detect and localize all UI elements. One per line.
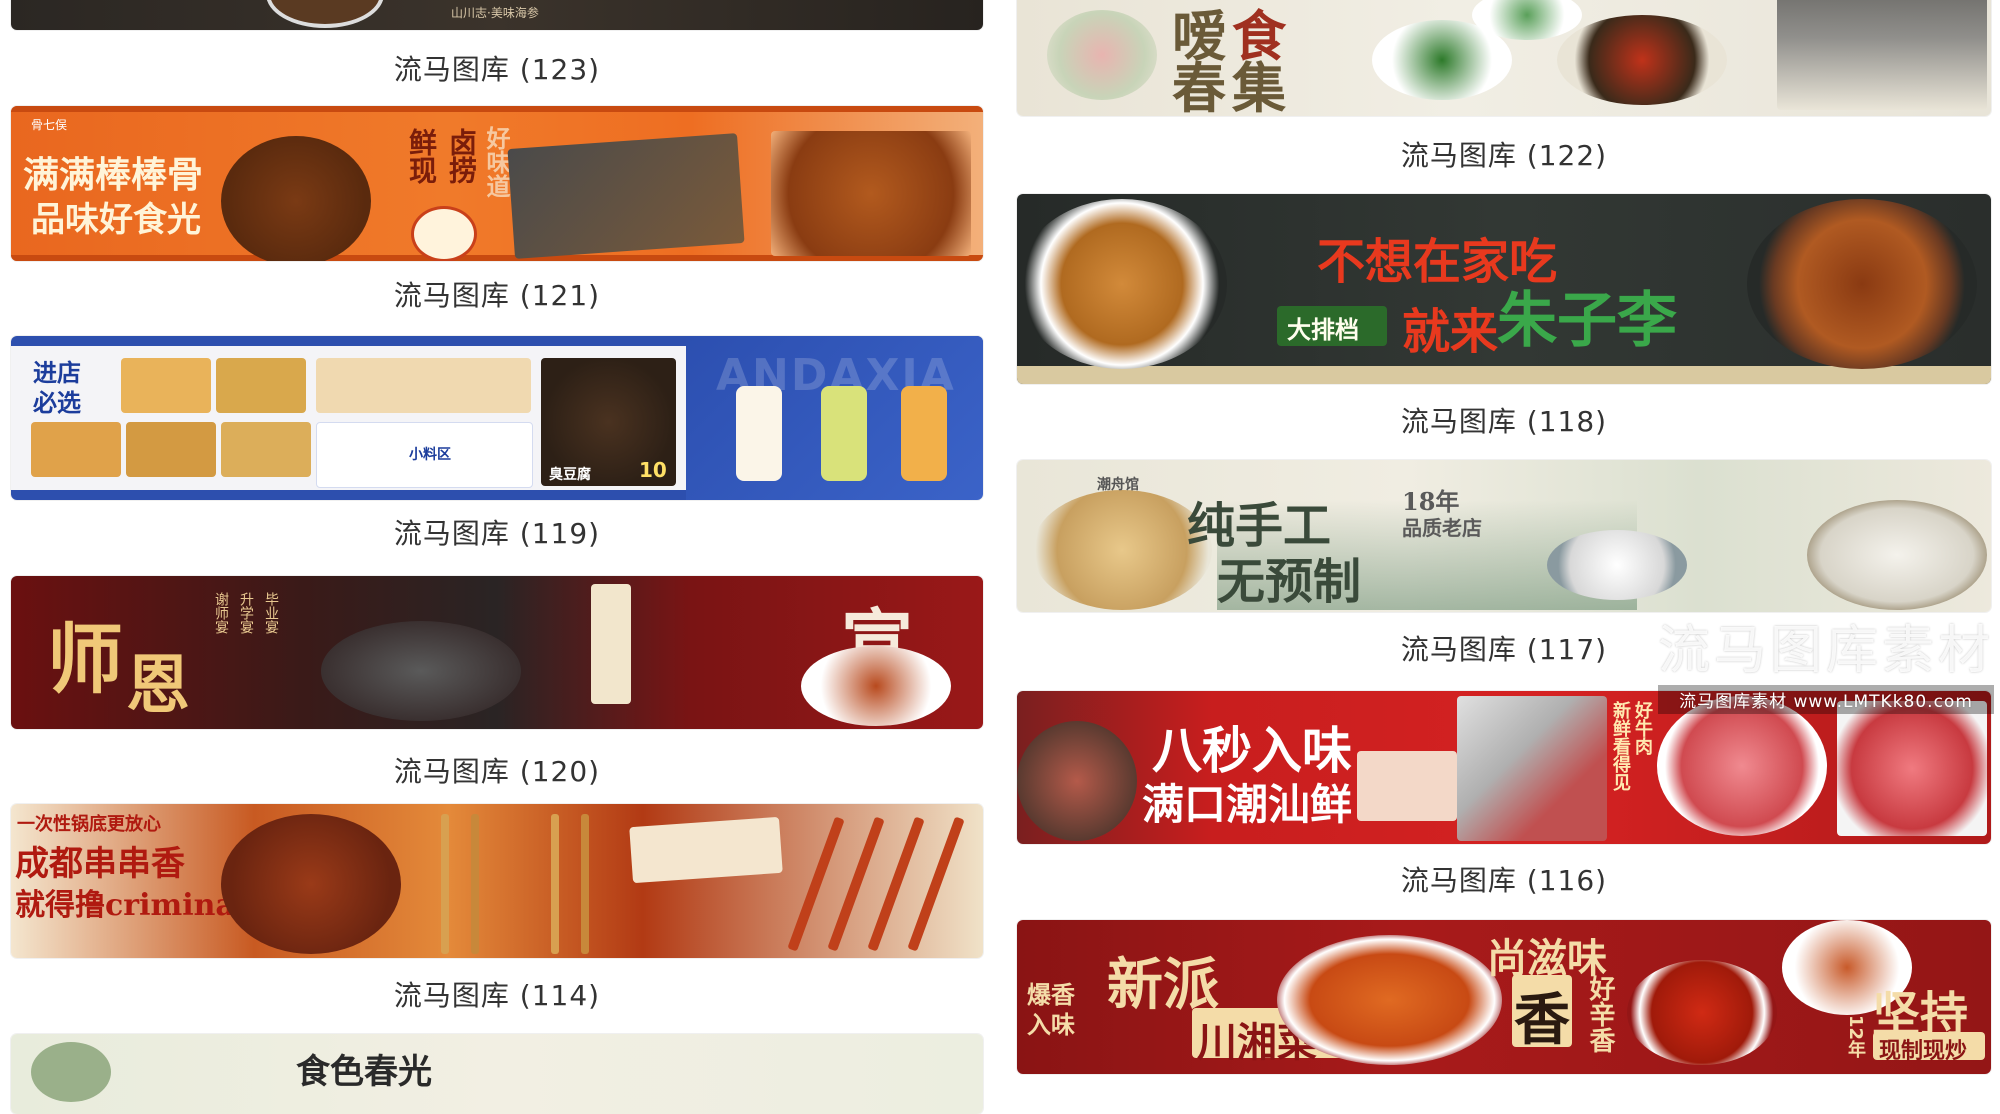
banner-headline: 成都串串香 [15,844,185,884]
dining-table [1807,500,1987,610]
watermark-subtitle: 流马图库素材 www.LMTKk80.com [1657,685,1994,714]
food-pot [1747,199,1977,369]
banquet-table [321,621,521,721]
banner-text: 品质老店 [1402,516,1482,540]
banner-headline: 春 [1172,56,1226,116]
image-caption[interactable]: 流马图库 (121) [11,274,983,314]
banner-label [591,584,631,704]
food-plate [1017,199,1227,369]
gallery-card[interactable]: 师 恩 谢师宴 升学宴 毕业宴 宣 流马图库 (120) [11,576,983,788]
fish-plate [1277,935,1502,1065]
food-plate [221,136,371,261]
gallery-card[interactable]: 食色春光 [11,1034,983,1114]
banner-text: 臭豆腐 [549,467,591,483]
beef-plate [1657,696,1827,836]
banner-image[interactable]: 师 恩 谢师宴 升学宴 毕业宴 宣 [11,576,983,729]
dim-sum [1032,490,1212,610]
banner-image[interactable]: 一次性锅底更放心 成都串串香 就得撸criminal [11,804,983,958]
image-caption[interactable]: 流马图库 (122) [1017,134,1991,174]
gallery-card[interactable]: 不想在家吃 大排档 就来 朱子李 流马图库 (118) [1017,194,1991,438]
banner-text: 现制现炒 [1879,1039,1968,1064]
food-plate [801,646,951,726]
gallery-card[interactable]: 八秒入味 满口潮汕鲜 新鲜看得见 好牛肉 流马图库 (116) [1017,691,1991,903]
banner-headline: 无预制 [1217,554,1362,610]
banner-image[interactable]: 山川志·美味海参 [11,0,983,30]
gallery-card[interactable]: 进店必选 小料区 臭豆腐 10 ANDAXIA 流马图库 (119) [11,336,983,550]
food-plate [1547,530,1687,600]
banner-text: 好牛肉 [1632,701,1653,755]
stamp [411,206,477,261]
banner-image[interactable]: 进店必选 小料区 臭豆腐 10 ANDAXIA [11,336,983,500]
gallery-card[interactable]: 山川志·美味海参 流马图库 (123) [11,0,983,92]
banner-headline: 就来 [1402,304,1499,360]
gallery-card[interactable]: 嗳 春 食 集 流马图库 (122) [1017,0,1991,176]
image-caption[interactable]: 流马图库 (116) [1017,859,1991,899]
image-caption[interactable]: 流马图库 (118) [1017,400,1991,440]
banner-text: 鲜现 [405,128,438,184]
banner-headline: 满满棒棒骨 [23,154,204,196]
banner-text: 好辛香 [1585,975,1615,1053]
watermark: 流马图库素材 流马图库素材 www.LMTKk80.com [1657,608,1994,714]
watermark-title: 流马图库素材 [1657,621,1994,681]
gallery-card[interactable]: 爆香入味 新派 川湘菜 尚滋味 香 好辛香 坚持 12年 现制现炒 [1017,920,1991,1095]
banner-image[interactable]: 嗳 春 食 集 [1017,0,1991,116]
price-tag: 10 [639,458,667,482]
gallery-card[interactable]: 满满棒棒骨 品味好食光 骨七俣 鲜现 卤捞 好味道 流马图库 (121) [11,106,983,316]
banner-text: 卤捞 [445,128,478,184]
banner-headline: 满口潮汕鲜 [1142,780,1353,829]
banner-headline: 食色春光 [296,1052,432,1092]
image-caption[interactable]: 流马图库 (123) [11,48,983,88]
banner-text: 爆香入味 [1027,980,1075,1039]
banner-text: 12年 [1845,1015,1866,1059]
brand-logo-text: 骨七俣 [31,118,68,132]
brand-logo-text: 潮舟馆 [1097,477,1139,493]
banner-headline: 集 [1232,56,1286,116]
banner-image[interactable]: 潮舟馆 纯手工 无预制 18年 品质老店 [1017,460,1991,612]
banner-headline: 品味好食光 [31,200,201,240]
banner-image[interactable]: 爆香入味 新派 川湘菜 尚滋味 香 好辛香 坚持 12年 现制现炒 [1017,920,1991,1074]
banner-text: 升学宴 [238,592,254,634]
food-image [771,131,971,256]
gallery-card[interactable]: 一次性锅底更放心 成都串串香 就得撸criminal 流马图库 (114) [11,804,983,1014]
banner-headline: 师 [47,615,123,704]
beef-plate [1837,701,1987,836]
banner-text: 大排档 [1287,316,1359,344]
image-caption[interactable]: 流马图库 (119) [11,512,983,552]
banner-headline: 香 [1514,987,1570,1053]
food-plate [266,0,384,28]
brand-name: 朱子李 [1497,286,1677,356]
food-tray [507,133,745,259]
banner-text: 小料区 [409,447,451,463]
banner-headline: 就得撸criminal [15,888,247,923]
image-caption[interactable]: 流马图库 (120) [11,750,983,790]
banner-text: 谢师宴 [213,592,229,634]
image-caption[interactable]: 流马图库 (114) [11,974,983,1014]
banner-text: 一次性锅底更放心 [17,814,161,835]
banner-text: 山川志·美味海参 [451,6,539,20]
food-plate [221,814,401,954]
banner-image[interactable]: 满满棒棒骨 品味好食光 骨七俣 鲜现 卤捞 好味道 [11,106,983,261]
banner-image[interactable]: 不想在家吃 大排档 就来 朱子李 [1017,194,1991,384]
banner-headline: 进店必选 [33,358,81,417]
banner-headline: 恩 [126,648,190,723]
banner-image[interactable]: 食色春光 [11,1034,983,1114]
chili-plate [1627,960,1777,1065]
banner-text: 毕业宴 [263,592,279,634]
